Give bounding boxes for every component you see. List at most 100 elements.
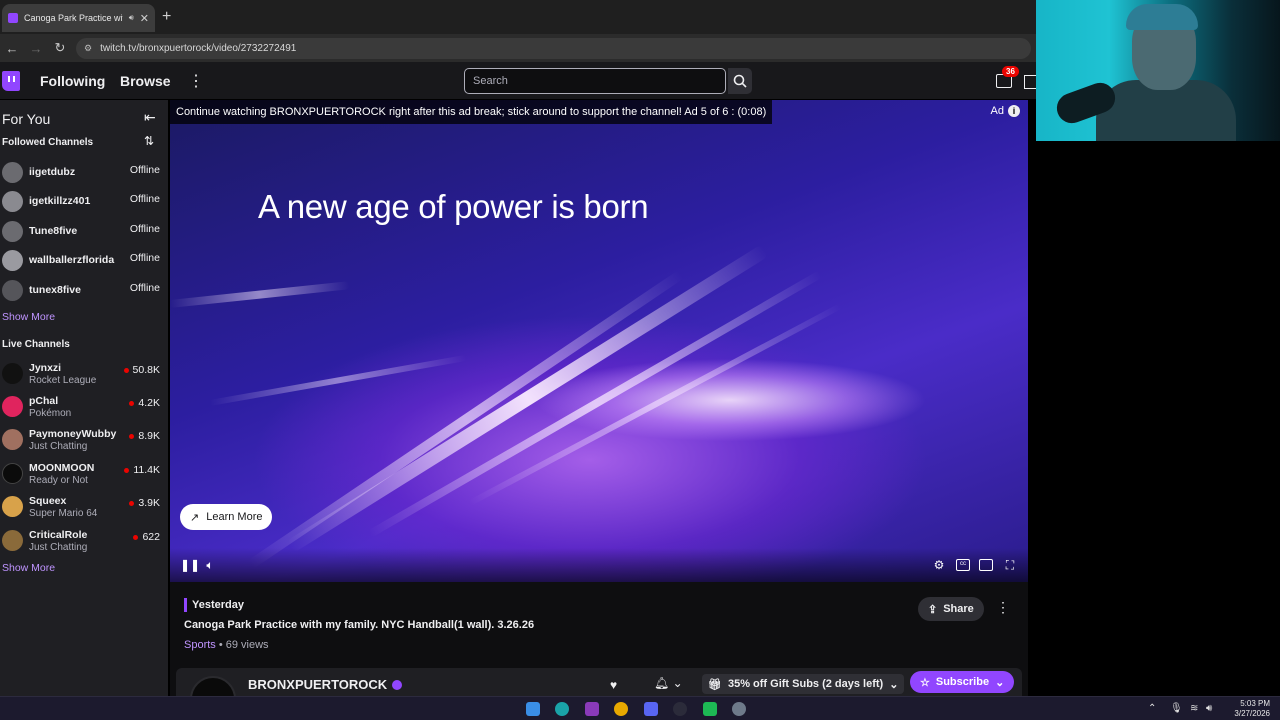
speaker-icon[interactable]: 🔊︎: [129, 13, 134, 23]
search-button[interactable]: [728, 68, 752, 94]
avatar: [2, 250, 23, 271]
avatar: [2, 429, 23, 450]
channel-name: igetkillzz401: [29, 195, 91, 207]
discord-icon[interactable]: [644, 702, 658, 716]
pause-icon[interactable]: ❚❚: [180, 559, 200, 571]
video-category-link[interactable]: Sports: [184, 639, 216, 651]
chrome-icon[interactable]: [614, 702, 628, 716]
learn-more-button[interactable]: ↗ Learn More: [180, 504, 273, 530]
viewer-count-value: 3.9K: [138, 497, 160, 509]
settings-icon[interactable]: [732, 702, 746, 716]
chevron-up-icon[interactable]: ⌃: [1148, 703, 1156, 714]
live-dot-icon: [123, 367, 129, 373]
webcam-overlay: [1036, 0, 1280, 141]
notification-bell-icon[interactable]: 🔔︎ ⌄: [654, 676, 683, 690]
twitch-favicon-icon: [8, 13, 18, 23]
close-tab-icon[interactable]: ✕: [140, 12, 149, 25]
show-more-followed[interactable]: Show More: [2, 311, 55, 323]
sidebar-followed-channel[interactable]: iigetdubz Offline: [0, 158, 168, 188]
viewer-count: 3.9K: [129, 497, 160, 509]
sidebar-live-channel[interactable]: Jynxzi Rocket League 50.8K: [0, 359, 168, 389]
ad-headline: A new age of power is born: [258, 188, 649, 225]
instagram-icon[interactable]: [585, 702, 599, 716]
nav-following[interactable]: Following: [40, 73, 105, 89]
ad-label[interactable]: Ad i: [991, 105, 1020, 117]
sort-icon[interactable]: ⇅: [144, 134, 154, 148]
more-options-icon[interactable]: ⋮: [996, 599, 1010, 616]
show-more-live[interactable]: Show More: [2, 562, 55, 574]
video-player[interactable]: Continue watching BRONXPUERTOROCK right …: [170, 100, 1028, 582]
forward-arrow-icon[interactable]: →: [24, 41, 48, 56]
captions-icon[interactable]: cc: [956, 559, 970, 571]
video-title: Canoga Park Practice with my family. NYC…: [184, 619, 535, 631]
avatar: [2, 280, 23, 301]
video-date: Yesterday: [192, 599, 244, 611]
sidebar-header: For You: [2, 111, 51, 127]
edge-browser-icon[interactable]: [555, 702, 569, 716]
chevron-down-icon: ⌄: [889, 678, 899, 691]
channel-bar: BRONXPUERTOROCK ♥ 🔔︎ ⌄ 🎁︎ 35% off Gift S…: [176, 668, 1022, 720]
browser-tab[interactable]: Canoga Park Practice with m 🔊︎ ✕: [2, 4, 155, 32]
channel-name-link[interactable]: BRONXPUERTOROCK: [248, 677, 403, 692]
browser-tab-strip: Canoga Park Practice with m 🔊︎ ✕ +: [0, 0, 1036, 34]
search-input[interactable]: [465, 69, 725, 93]
app-icon[interactable]: [673, 702, 687, 716]
light-streak: [286, 244, 769, 553]
twitch-logo-icon[interactable]: [2, 71, 20, 91]
theatre-mode-icon[interactable]: [979, 559, 993, 571]
sidebar-live-channel[interactable]: pChal Pokémon 4.2K: [0, 392, 168, 422]
sidebar-live-channel[interactable]: PaymoneyWubby Just Chatting 8.9K: [0, 425, 168, 455]
windows-taskbar: ⌃ 🎙︎ ≋ 🔊︎ 5:03 PM 3/27/2026: [0, 696, 1280, 720]
gift-subs-button[interactable]: 🎁︎ 35% off Gift Subs (2 days left) ⌄: [702, 674, 905, 694]
info-icon[interactable]: i: [1008, 105, 1020, 117]
notifications-badge: 36: [1002, 66, 1019, 77]
video-info: Yesterday Canoga Park Practice with my f…: [170, 582, 1028, 720]
reload-icon[interactable]: ↻: [48, 40, 72, 56]
whispers-icon[interactable]: [1024, 75, 1036, 89]
sidebar-followed-channel[interactable]: igetkillzz401 Offline: [0, 187, 168, 217]
start-windows-icon[interactable]: [526, 702, 540, 716]
channel-name: wallballerzflorida: [29, 254, 115, 266]
new-tab-button[interactable]: +: [162, 8, 171, 26]
channel-name: iigetdubz: [29, 166, 76, 178]
live-dot-icon: [124, 467, 130, 473]
back-arrow-icon[interactable]: ←: [0, 41, 24, 56]
light-streak: [209, 354, 467, 406]
avatar: [2, 496, 23, 517]
system-clock[interactable]: 5:03 PM 3/27/2026: [1234, 699, 1270, 719]
gift-subs-label: 35% off Gift Subs (2 days left): [727, 678, 884, 690]
collapse-sidebar-icon[interactable]: ⇤: [144, 109, 156, 126]
sidebar-live-channel[interactable]: MOONMOON Ready or Not 11.4K: [0, 459, 168, 489]
url-field[interactable]: ⚙︎ twitch.tv/bronxpuertorock/video/27322…: [76, 38, 1031, 59]
viewer-count-value: 622: [142, 531, 160, 543]
channel-game: Pokémon: [29, 408, 72, 419]
volume-icon[interactable]: 🔈︎: [203, 559, 217, 571]
viewer-count: 50.8K: [123, 364, 160, 376]
channel-name: Squeex: [29, 495, 67, 507]
volume-tray-icon[interactable]: 🔊︎: [1206, 703, 1212, 714]
site-info-icon[interactable]: ⚙︎: [84, 43, 92, 54]
channel-name: Tune8five: [29, 225, 78, 237]
viewer-count: 8.9K: [129, 430, 160, 442]
subscribe-button[interactable]: ☆ Subscribe ⌄: [910, 671, 1015, 693]
app-icon[interactable]: [703, 702, 717, 716]
follow-heart-icon[interactable]: ♥: [610, 678, 617, 692]
sidebar-live-channel[interactable]: CriticalRole Just Chatting 622: [0, 526, 168, 556]
gift-icon: 🎁︎: [708, 678, 722, 691]
twitch-top-nav: Following Browse ⋮ 36: [0, 62, 1036, 100]
channel-game: Just Chatting: [29, 542, 88, 553]
microphone-icon[interactable]: 🎙︎: [1170, 703, 1183, 714]
sidebar-live-channel[interactable]: Squeex Super Mario 64 3.9K: [0, 492, 168, 522]
viewer-count-value: 8.9K: [138, 430, 160, 442]
sidebar-followed-channel[interactable]: tunex8five Offline: [0, 276, 168, 306]
settings-gear-icon[interactable]: ⚙︎: [932, 559, 946, 571]
wifi-icon[interactable]: ≋: [1190, 703, 1198, 714]
more-menu-icon[interactable]: ⋮: [188, 71, 204, 91]
avatar: [2, 162, 23, 183]
sidebar-followed-channel[interactable]: Tune8five Offline: [0, 217, 168, 247]
fullscreen-icon[interactable]: ⛶: [1003, 559, 1017, 571]
clock-date: 3/27/2026: [1234, 709, 1270, 718]
nav-browse[interactable]: Browse: [120, 73, 171, 89]
sidebar-followed-channel[interactable]: wallballerzflorida Offline: [0, 246, 168, 276]
share-button[interactable]: ⇪ Share: [918, 597, 984, 621]
